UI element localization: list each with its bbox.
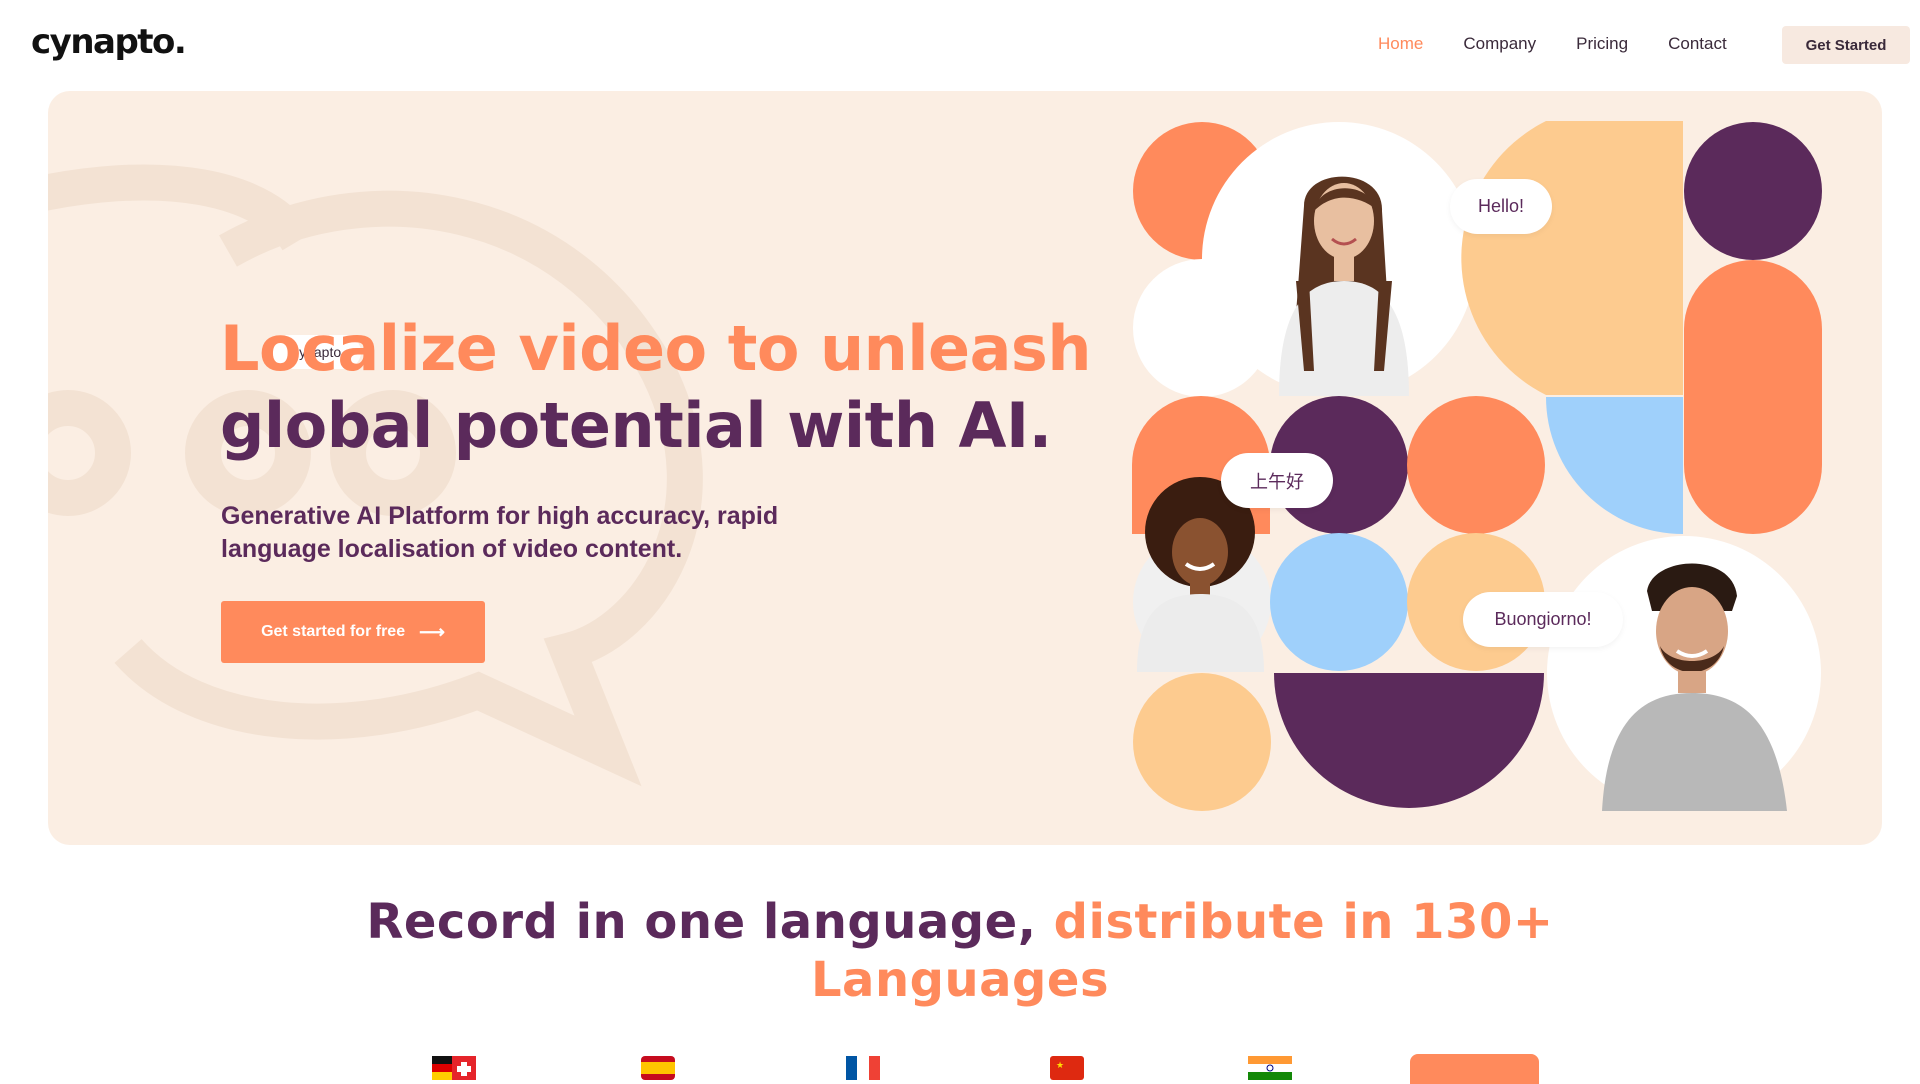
hero-cta-label: Get started for free: [261, 623, 406, 640]
germany-switzerland-flag-icon[interactable]: [432, 1056, 476, 1080]
top-nav: cynapto. Home Company Pricing Contact Ge…: [0, 0, 1920, 90]
france-flag-icon[interactable]: [846, 1056, 880, 1080]
nav-link-company[interactable]: Company: [1463, 34, 1536, 54]
chinese-greeting-speech-bubble: 上午好: [1221, 453, 1333, 508]
china-flag-icon[interactable]: ★: [1050, 1056, 1084, 1080]
india-flag-icon[interactable]: [1248, 1056, 1292, 1080]
spain-flag-icon[interactable]: [641, 1056, 675, 1080]
hero-title: Localize video to unleash global potenti…: [220, 310, 1120, 464]
woman-portrait-icon: [1279, 176, 1409, 396]
languages-title-dark: Record in one language,: [366, 894, 1054, 950]
nav-link-pricing[interactable]: Pricing: [1576, 34, 1628, 54]
hero-subtitle: Generative AI Platform for high accuracy…: [221, 502, 779, 563]
nav-link-home[interactable]: Home: [1378, 34, 1423, 54]
nav-links: Home Company Pricing Contact: [1378, 34, 1767, 54]
languages-title-accent: distribute in 130+: [1053, 894, 1554, 950]
speech-bubble-background-icon: [48, 164, 703, 787]
language-flags-row: ★: [0, 1056, 1920, 1080]
logo[interactable]: cynapto.: [31, 22, 187, 62]
italian-greeting-speech-bubble: Buongiorno!: [1463, 592, 1623, 647]
svg-text:★: ★: [1056, 1061, 1064, 1071]
hero-mosaic: Hello! 上午好 Buongiorno!: [1132, 104, 1822, 811]
hello-speech-bubble: Hello!: [1450, 179, 1552, 234]
languages-title-accent-line2: Languages: [810, 952, 1110, 1008]
languages-section-title: Record in one language, distribute in 13…: [0, 893, 1920, 1009]
get-started-button[interactable]: Get Started: [1782, 26, 1910, 64]
man-portrait-icon: [1602, 563, 1787, 811]
hero-title-line2: global potential with AI.: [220, 389, 1052, 462]
get-started-free-button[interactable]: Get started for free ⟶: [221, 601, 485, 663]
arrow-right-icon: ⟶: [419, 621, 445, 642]
nav-link-contact[interactable]: Contact: [1668, 34, 1727, 54]
hero-title-line1: Localize video to unleash: [220, 312, 1091, 385]
